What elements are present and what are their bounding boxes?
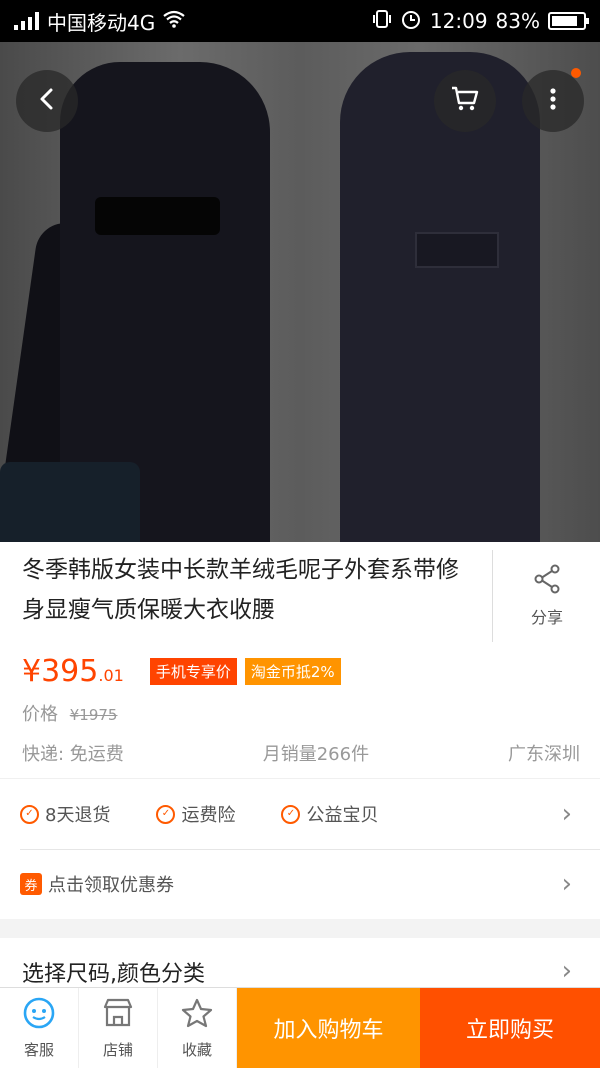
services-panel: ✓ 8天退货 ✓ 运费险 ✓ 公益宝贝 › 券 点击领取优惠券 › — [0, 778, 600, 919]
guarantee-return: ✓ 8天退货 — [20, 801, 110, 827]
cart-icon — [450, 85, 480, 117]
monthly-sales: 月销量266件 — [262, 744, 370, 765]
guarantee-return-label: 8天退货 — [45, 805, 111, 826]
battery-icon — [548, 12, 589, 30]
share-icon — [533, 564, 561, 598]
current-price: ¥395.01 — [22, 654, 124, 689]
customer-service-label: 客服 — [23, 1040, 54, 1059]
promo-tag-mobile: 手机专享价 — [149, 658, 237, 685]
favorite-button[interactable]: 收藏 — [158, 988, 237, 1068]
status-bar: 中国移动4G 12:09 83% — [0, 0, 600, 42]
buy-now-button[interactable]: 立即购买 — [420, 988, 600, 1068]
check-circle-icon: ✓ — [156, 804, 176, 824]
chevron-right-icon: › — [561, 956, 572, 986]
product-photo-back — [340, 52, 540, 542]
product-info-panel: 冬季韩版女装中长款羊绒毛呢子外套系带修身显瘦气质保暖大衣收腰 分享 ¥395.0… — [0, 542, 600, 778]
status-right: 12:09 83% — [372, 8, 589, 35]
check-circle-icon: ✓ — [20, 804, 39, 824]
favorite-label: 收藏 — [181, 1040, 212, 1059]
carrier-label: 中国移动4G — [47, 10, 156, 35]
shop-label: 店铺 — [102, 1040, 133, 1059]
notification-dot — [571, 68, 581, 78]
shop-button[interactable]: 店铺 — [79, 988, 158, 1068]
back-button[interactable] — [16, 70, 78, 132]
status-left: 中国移动4G — [14, 7, 185, 36]
product-image-carousel[interactable] — [0, 42, 600, 542]
share-button[interactable]: 分享 — [492, 550, 600, 642]
bottom-action-bar: 客服 店铺 收藏 加入购物车 立即购买 — [0, 987, 600, 1068]
chevron-right-icon: › — [561, 799, 572, 829]
shop-icon — [101, 997, 135, 1033]
alarm-icon — [400, 8, 422, 35]
back-icon — [35, 87, 59, 115]
price-row: ¥395.01 手机专享价 淘金币抵2% — [22, 654, 341, 689]
product-photo-back-belt — [415, 232, 499, 268]
product-title: 冬季韩版女装中长款羊绒毛呢子外套系带修身显瘦气质保暖大衣收腰 — [22, 557, 459, 623]
guarantee-charity: ✓ 公益宝贝 — [281, 801, 378, 827]
shipping-info: 快递: 免运费 — [22, 744, 124, 765]
cart-button[interactable] — [434, 70, 496, 132]
sku-selector-label: 选择尺码,颜色分类 — [22, 962, 205, 987]
ship-location: 广东深圳 — [508, 744, 580, 765]
customer-service-button[interactable]: 客服 — [0, 988, 79, 1068]
original-price-label: 价格 — [22, 704, 58, 725]
signal-icon — [14, 12, 39, 30]
customer-service-icon — [22, 997, 56, 1033]
coupon-icon: 券 — [20, 873, 42, 895]
original-price: ¥1975 — [69, 706, 118, 724]
product-photo-belt — [95, 197, 220, 235]
battery-percent: 83% — [495, 9, 540, 33]
coupon-text: 点击领取优惠券 — [48, 875, 174, 896]
more-button[interactable] — [522, 68, 584, 132]
product-photo-bag — [0, 462, 140, 542]
guarantee-row[interactable]: ✓ 8天退货 ✓ 运费险 ✓ 公益宝贝 › — [20, 779, 600, 850]
add-to-cart-button[interactable]: 加入购物车 — [237, 988, 420, 1068]
price-main: 395 — [41, 654, 99, 689]
clock-time: 12:09 — [429, 9, 488, 33]
original-price-row: 价格 ¥1975 — [22, 700, 117, 726]
coupon-row[interactable]: 券 点击领取优惠券 › — [20, 849, 600, 919]
check-circle-icon: ✓ — [281, 804, 301, 824]
star-icon — [180, 997, 214, 1033]
share-label: 分享 — [530, 608, 563, 627]
shipping-meta-row: 快递: 免运费 月销量266件 广东深圳 — [22, 740, 580, 766]
guarantee-shipping-insurance: ✓ 运费险 — [156, 801, 235, 827]
promo-tag-coin: 淘金币抵2% — [244, 658, 341, 685]
guarantee-insurance-label: 运费险 — [181, 805, 236, 826]
wifi-icon — [163, 9, 185, 33]
vibrate-icon — [372, 9, 392, 34]
guarantee-charity-label: 公益宝贝 — [306, 805, 379, 826]
price-decimal: .01 — [98, 666, 124, 685]
chevron-right-icon: › — [561, 869, 572, 899]
more-icon — [549, 87, 557, 115]
price-symbol: ¥ — [22, 654, 42, 689]
